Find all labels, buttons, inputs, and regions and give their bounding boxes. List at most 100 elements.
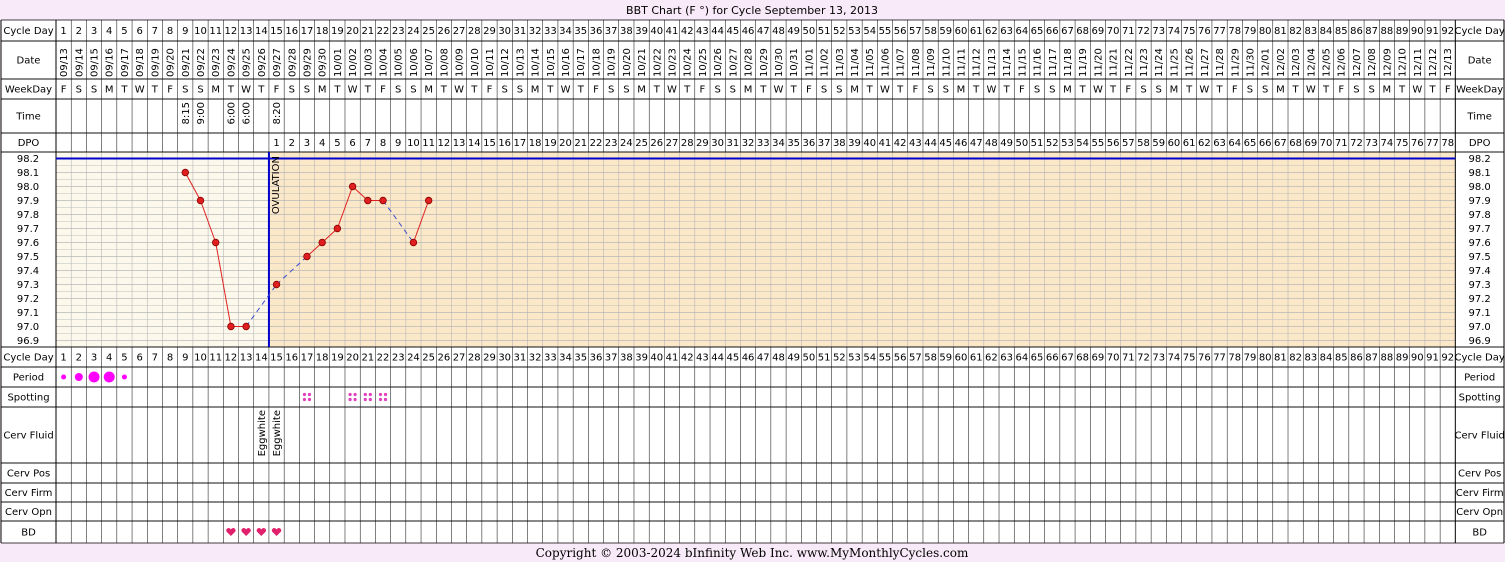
weekday-letter: F <box>593 85 599 96</box>
dpo-number: 64 <box>1228 138 1241 149</box>
cycle-day-number: 41 <box>666 26 679 37</box>
date-label: 10/20 <box>622 48 633 77</box>
dpo-number: 56 <box>1107 138 1120 149</box>
dpo-number: 33 <box>757 138 770 149</box>
spotting-dot <box>302 397 307 402</box>
date-label: 11/22 <box>1124 48 1135 77</box>
dpo-number: 23 <box>605 138 618 149</box>
row-label-left: Cerv Opn <box>5 507 52 518</box>
temp-tick-left: 97.3 <box>17 280 39 291</box>
cycle-day-number: 34 <box>559 353 572 364</box>
cycle-day-number: 32 <box>529 353 542 364</box>
dpo-number: 37 <box>818 138 831 149</box>
cycle-day-number: 26 <box>437 26 450 37</box>
temp-tick-right: 98.0 <box>1469 182 1491 193</box>
cycle-day-number: 17 <box>301 26 314 37</box>
weekday-letter: T <box>151 85 159 96</box>
date-label: 12/07 <box>1352 48 1363 77</box>
cycle-day-number: 27 <box>453 26 466 37</box>
cycle-day-number: 49 <box>787 353 800 364</box>
cycle-day-number: 83 <box>1304 26 1317 37</box>
temp-tick-left: 97.6 <box>17 238 39 249</box>
cycle-day-number: 91 <box>1426 353 1439 364</box>
cycle-day-number: 24 <box>407 353 420 364</box>
cycle-day-number: 37 <box>605 26 618 37</box>
cycle-day-number: 84 <box>1320 26 1333 37</box>
date-label: 12/10 <box>1398 48 1409 77</box>
cycle-day-number: 56 <box>894 353 907 364</box>
cycle-day-number: 90 <box>1411 353 1424 364</box>
temp-tick-right: 98.1 <box>1469 168 1491 179</box>
weekday-letter: S <box>608 85 614 96</box>
cycle-day-number: 87 <box>1365 26 1378 37</box>
grid-layer <box>0 19 1505 544</box>
weekday-letter: W <box>774 85 784 96</box>
date-label: 10/04 <box>379 48 390 77</box>
cycle-day-number: 18 <box>316 26 329 37</box>
date-label: 11/27 <box>1200 48 1211 77</box>
temp-tick-left: 98.0 <box>17 182 39 193</box>
cycle-day-number: 67 <box>1061 26 1074 37</box>
date-label: 10/19 <box>607 48 618 77</box>
cycle-day-number: 15 <box>270 353 283 364</box>
date-label: 09/30 <box>318 48 329 77</box>
cycle-day-number: 25 <box>422 353 435 364</box>
temp-point <box>364 196 372 205</box>
date-label: 11/04 <box>850 48 861 77</box>
cycle-day-number: 51 <box>818 353 831 364</box>
weekday-letter: F <box>700 85 706 96</box>
dpo-number: 60 <box>1168 138 1181 149</box>
cycle-day-number: 40 <box>650 353 663 364</box>
temp-tick-right: 97.9 <box>1469 196 1491 207</box>
cycle-day-number: 57 <box>909 353 922 364</box>
cycle-day-number: 85 <box>1335 353 1348 364</box>
date-label: 10/25 <box>698 48 709 77</box>
date-label: 10/28 <box>744 48 755 77</box>
cycle-day-number: 72 <box>1137 353 1150 364</box>
cycle-day-number: 92 <box>1441 353 1454 364</box>
date-label: 11/03 <box>835 48 846 77</box>
cycle-day-number: 42 <box>681 26 694 37</box>
cycle-day-number: 30 <box>498 26 511 37</box>
date-label: 10/31 <box>789 48 800 77</box>
cycle-day-number: 6 <box>136 26 142 37</box>
dpo-number: 54 <box>1076 138 1089 149</box>
dpo-number: 31 <box>726 138 739 149</box>
temp-point <box>196 196 205 205</box>
weekday-letter: T <box>1216 85 1224 96</box>
weekday-letter: T <box>1185 85 1193 96</box>
cycle-day-number: 32 <box>529 26 542 37</box>
weekday-letter: M <box>744 85 753 96</box>
weekday-letter: M <box>105 85 114 96</box>
cycle-day-number: 2 <box>76 26 82 37</box>
spotting-dot <box>378 397 383 402</box>
cycle-day-number: 26 <box>437 353 450 364</box>
cycle-day-number: 4 <box>106 353 112 364</box>
temp-tick-left: 97.7 <box>17 224 39 235</box>
weekday-letter: W <box>135 85 145 96</box>
dpo-number: 48 <box>985 138 998 149</box>
row-label-left: WeekDay <box>5 85 52 96</box>
period-dot <box>103 371 115 383</box>
weekday-letter: F <box>1338 85 1344 96</box>
temp-tick-right: 97.7 <box>1469 224 1491 235</box>
cycle-day-number: 66 <box>1046 26 1059 37</box>
date-label: 09/27 <box>272 48 283 77</box>
cycle-day-number: 92 <box>1441 26 1454 37</box>
cycle-day-number: 88 <box>1381 353 1394 364</box>
cycle-day-number: 60 <box>955 353 968 364</box>
weekday-letter: T <box>1292 85 1300 96</box>
temp-tick-right: 98.2 <box>1469 154 1491 165</box>
cycle-day-number: 48 <box>772 353 785 364</box>
dpo-number: 43 <box>909 138 922 149</box>
temp-tick-right: 97.3 <box>1469 280 1491 291</box>
date-label: 10/12 <box>500 48 511 77</box>
spotting-dot <box>368 397 372 402</box>
cycle-day-number: 27 <box>453 353 466 364</box>
row-label-right: WeekDay <box>1456 85 1503 96</box>
date-label: 11/28 <box>1215 48 1226 77</box>
date-label: 10/16 <box>561 48 572 77</box>
cycle-day-number: 77 <box>1213 353 1226 364</box>
date-label: 10/09 <box>455 48 466 77</box>
temp-tick-right: 97.0 <box>1469 322 1491 333</box>
